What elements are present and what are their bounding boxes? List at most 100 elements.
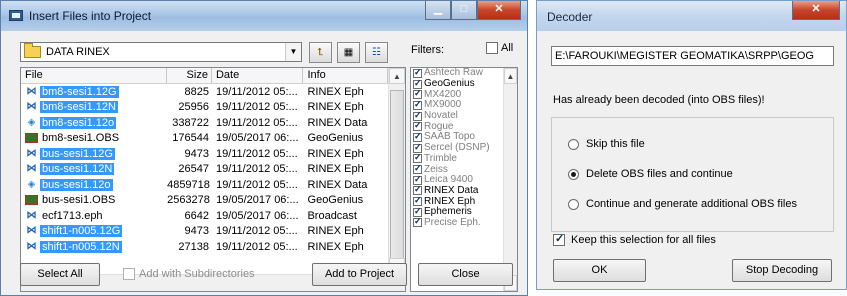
filter-checkbox[interactable] [413, 110, 422, 121]
file-info: RINEX Eph [307, 163, 364, 176]
file-name-cell[interactable]: ⋈ ecf1713.eph [21, 210, 167, 222]
data-icon: ◈ [27, 178, 36, 190]
select-all-button[interactable]: Select All [20, 263, 100, 286]
file-name-cell[interactable]: ⋈ bus-sesi1.12N [21, 163, 167, 176]
scroll-up-icon[interactable]: ▲ [389, 68, 405, 84]
close-window-button[interactable]: ✕ [792, 1, 840, 20]
filter-checkbox[interactable] [413, 216, 422, 228]
file-date: 19/11/2012 05:... [215, 147, 298, 160]
scroll-up-icon[interactable]: ▲ [504, 68, 517, 84]
keep-selection-checkbox-box[interactable] [553, 232, 565, 246]
folder-dropdown[interactable]: DATA RINEX ▼ [20, 42, 302, 62]
radio-button[interactable] [568, 198, 579, 210]
file-name-cell[interactable]: ⋈ bm8-sesi1.12N [21, 101, 167, 114]
file-name-cell[interactable]: bm8-sesi1.OBS [21, 132, 167, 144]
filter-checkbox[interactable] [413, 206, 422, 217]
filter-checkbox[interactable] [413, 68, 422, 78]
filter-label: Leica 9400 [424, 174, 473, 186]
option-radio[interactable]: Delete OBS files and continue [568, 168, 733, 180]
radio-button[interactable] [568, 168, 579, 180]
folder-up-button[interactable]: ⮤ [309, 42, 332, 63]
radio-button[interactable] [568, 138, 579, 150]
all-checkbox[interactable]: All [486, 42, 513, 54]
filter-checkbox[interactable] [413, 195, 422, 207]
filter-checkbox[interactable] [413, 184, 422, 196]
file-name-cell[interactable]: ◈ bm8-sesi1.12o [21, 116, 167, 129]
filter-item[interactable]: Precise Eph. [411, 216, 517, 229]
file-row[interactable]: ⋈ bus-sesi1.12G 9473 19/11/2012 05:... RINEX… [21, 146, 388, 162]
column-info[interactable]: Info [303, 68, 388, 83]
file-name: bus-sesi1.12N [40, 163, 115, 176]
stop-decoding-button[interactable]: Stop Decoding [732, 259, 832, 282]
details-view-button[interactable]: ☷ [365, 42, 388, 63]
eph-icon: ⋈ [26, 163, 37, 175]
title-bar[interactable]: Decoder ✕ [537, 1, 846, 31]
subdirectories-checkbox[interactable]: Add with Subdirectories [123, 268, 255, 280]
minimize-button[interactable]: ▁ [425, 1, 451, 20]
filter-checkbox[interactable] [413, 131, 422, 142]
file-date: 19/05/2017 06:... [215, 132, 299, 145]
file-row[interactable]: bm8-sesi1.OBS 176544 19/05/2017 06:... GeoG… [21, 131, 388, 147]
filter-item[interactable]: Novatel [411, 110, 517, 122]
file-row[interactable]: ⋈ bus-sesi1.12N 26547 19/11/2012 05:... RINE… [21, 162, 388, 178]
list-view-button[interactable]: ▦ [337, 42, 360, 63]
filter-checkbox[interactable] [413, 142, 422, 153]
column-file[interactable]: File [21, 68, 168, 83]
filter-item[interactable]: Sercel (DSNP) [411, 142, 517, 154]
filter-checkbox[interactable] [413, 78, 422, 89]
file-name-cell[interactable]: ⋈ bm8-sesi1.12G [21, 85, 167, 98]
filter-item[interactable]: RINEX Data [411, 184, 517, 197]
file-row[interactable]: ⋈ ecf1713.eph 6642 19/05/2017 06:... Broadca… [21, 208, 388, 224]
eph-icon: ⋈ [26, 240, 37, 252]
file-name-cell[interactable]: ⋈ bus-sesi1.12G [21, 147, 167, 160]
chevron-down-icon[interactable]: ▼ [285, 43, 301, 61]
file-row[interactable]: ⋈ bm8-sesi1.12G 8825 19/11/2012 05:... RINEX… [21, 84, 388, 100]
file-list[interactable]: File Size Date Info ⋈ bm8-sesi1.12G 8825 19… [20, 67, 406, 292]
filter-item[interactable]: Trimble [411, 152, 517, 165]
close-button[interactable]: Close [418, 263, 513, 286]
filter-checkbox[interactable] [413, 163, 422, 175]
option-radio[interactable]: Continue and generate additional OBS fil… [568, 198, 797, 210]
file-row[interactable]: ⋈ shift1-n005.12N 27138 19/11/2012 05:... RI… [21, 239, 388, 255]
filter-label: Rogue [424, 120, 454, 132]
filter-scrollbar[interactable]: ▲ ▼ [503, 68, 517, 291]
all-checkbox-box[interactable] [486, 42, 498, 54]
filter-checkbox[interactable] [413, 174, 422, 185]
filter-item[interactable]: Leica 9400 [411, 174, 517, 186]
scroll-thumb[interactable] [390, 90, 404, 270]
filter-checkbox[interactable] [413, 120, 422, 132]
file-row[interactable]: bus-sesi1.OBS 2563278 19/05/2017 06:... Geo… [21, 193, 388, 209]
column-date[interactable]: Date [212, 68, 304, 83]
file-name-cell[interactable]: ⋈ shift1-n005.12G [21, 225, 167, 238]
file-name: bm8-sesi1.12N [40, 101, 118, 114]
file-info: RINEX Eph [307, 101, 364, 114]
file-name-cell[interactable]: ◈ bus-sesi1.12o [21, 178, 167, 191]
option-radio[interactable]: Skip this file [568, 138, 645, 150]
file-size: 27138 [178, 240, 209, 253]
file-path-field[interactable]: E:\FAROUKI\MEGISTER GEOMATIKA\SRPP\GEOG [551, 46, 834, 66]
file-row[interactable]: ⋈ shift1-n005.12G 9473 19/11/2012 05:... RIN… [21, 224, 388, 240]
filter-list[interactable]: Ashtech RawGeoGeniusMX4200MX9000NovatelR… [410, 67, 518, 292]
filter-item[interactable]: GeoGenius [411, 78, 517, 90]
file-list-scrollbar[interactable]: ▲ ▼ [388, 68, 405, 291]
file-info: RINEX Eph [307, 225, 364, 238]
file-list-header: File Size Date Info [21, 68, 388, 84]
subdirectories-checkbox-box[interactable] [123, 268, 135, 280]
file-row[interactable]: ◈ bus-sesi1.12o 4859718 19/11/2012 05:... RI… [21, 177, 388, 193]
eph-icon: ⋈ [26, 225, 37, 237]
folder-path: DATA RINEX [46, 46, 110, 58]
add-to-project-button[interactable]: Add to Project [312, 263, 407, 286]
file-name-cell[interactable]: ⋈ shift1-n005.12N [21, 240, 167, 253]
column-size[interactable]: Size [167, 68, 212, 83]
keep-selection-checkbox[interactable]: Keep this selection for all files [553, 232, 716, 246]
ok-button[interactable]: OK [553, 259, 646, 282]
title-bar[interactable]: Insert Files into Project ▁ □ ✕ [1, 1, 527, 31]
filter-checkbox[interactable] [413, 152, 422, 164]
filter-checkbox[interactable] [413, 99, 422, 110]
close-window-button[interactable]: ✕ [477, 1, 521, 20]
filter-checkbox[interactable] [413, 88, 422, 100]
file-row[interactable]: ◈ bm8-sesi1.12o 338722 19/11/2012 05:... RIN… [21, 115, 388, 131]
file-name-cell[interactable]: bus-sesi1.OBS [21, 194, 167, 206]
maximize-button[interactable]: □ [451, 1, 477, 20]
file-row[interactable]: ⋈ bm8-sesi1.12N 25956 19/11/2012 05:... RINE… [21, 100, 388, 116]
